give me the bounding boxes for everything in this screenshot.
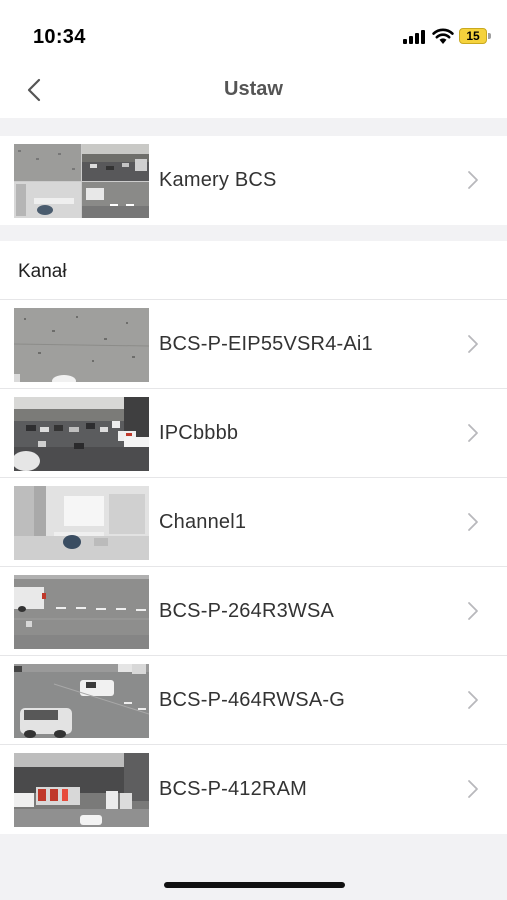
wifi-icon <box>432 28 454 44</box>
nav-bar: Ustaw <box>0 62 507 118</box>
channel-list: BCS-P-EIP55VSR4-Ai1 IPCbbbb Channel1 BCS… <box>0 300 507 834</box>
list-item-kamery-bcs[interactable]: Kamery BCS <box>0 136 507 225</box>
battery-level: 15 <box>466 29 480 43</box>
chevron-right-icon <box>468 602 478 620</box>
signal-icon <box>403 30 425 44</box>
list-item-label: Kamery BCS <box>159 169 277 191</box>
list-item-label: BCS-P-464RWSA-G <box>159 689 346 711</box>
list-item-channel[interactable]: BCS-P-264R3WSA <box>0 567 507 656</box>
devices-group: Kamery BCS <box>0 136 507 225</box>
camera-thumbnail <box>14 753 149 827</box>
list-item-label: BCS-P-EIP55VSR4-Ai1 <box>159 333 373 355</box>
chevron-right-icon <box>468 424 478 442</box>
camera-thumbnail <box>14 308 149 382</box>
battery-cap <box>488 33 491 39</box>
channels-section-header: Kanał <box>0 241 507 300</box>
section-title: Kanał <box>18 261 67 282</box>
list-item-label: IPCbbbb <box>159 422 239 444</box>
list-item-label: Channel1 <box>159 511 247 533</box>
page-title: Ustaw <box>224 78 283 100</box>
status-bar: 10:34 15 <box>0 0 507 62</box>
status-time: 10:34 <box>33 26 86 48</box>
camera-thumbnail <box>14 486 149 560</box>
chevron-right-icon <box>468 513 478 531</box>
list-item-label: BCS-P-412RAM <box>159 778 307 800</box>
camera-thumbnail <box>14 575 149 649</box>
list-item-channel[interactable]: BCS-P-EIP55VSR4-Ai1 <box>0 300 507 389</box>
list-item-channel[interactable]: IPCbbbb <box>0 389 507 478</box>
chevron-right-icon <box>468 335 478 353</box>
home-indicator[interactable] <box>164 882 345 888</box>
camera-grid-thumbnail <box>14 144 149 218</box>
list-item-channel[interactable]: BCS-P-412RAM <box>0 745 507 834</box>
list-item-channel[interactable]: Channel1 <box>0 478 507 567</box>
list-item-label: BCS-P-264R3WSA <box>159 600 335 622</box>
camera-thumbnail <box>14 664 149 738</box>
chevron-right-icon <box>468 171 478 189</box>
list-item-channel[interactable]: BCS-P-464RWSA-G <box>0 656 507 745</box>
battery-icon: 15 <box>459 27 491 45</box>
camera-thumbnail <box>14 397 149 471</box>
chevron-right-icon <box>468 780 478 798</box>
chevron-right-icon <box>468 691 478 709</box>
